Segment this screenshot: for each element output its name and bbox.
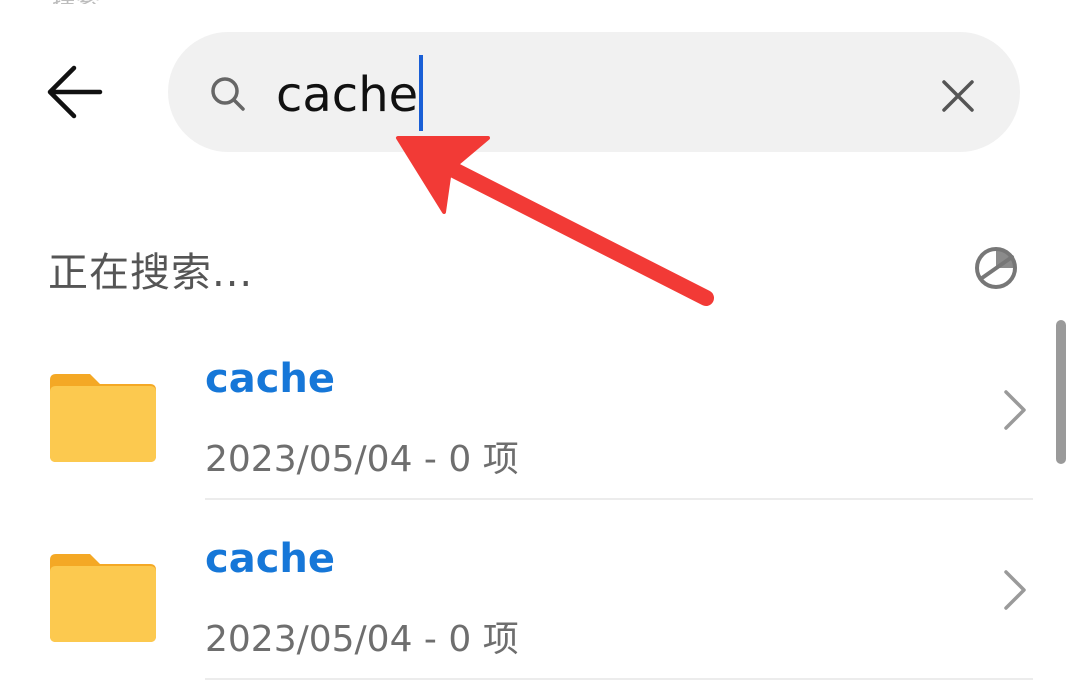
close-icon[interactable]	[934, 72, 982, 120]
back-arrow-icon	[47, 65, 103, 119]
divider	[205, 678, 1033, 680]
scrollbar[interactable]	[1056, 320, 1066, 464]
list-item[interactable]: cache 2023/05/04 - 0 项	[0, 500, 1080, 680]
list-item[interactable]: cache 2023/05/04 - 0 项	[0, 320, 1080, 500]
item-meta: 2023/05/04 - 0 项	[205, 619, 519, 660]
item-name: cache	[205, 536, 336, 582]
back-button[interactable]	[40, 58, 108, 126]
chevron-right-icon	[1004, 570, 1026, 610]
search-icon	[211, 77, 245, 111]
chevron-right-icon	[1004, 390, 1026, 430]
folder-icon	[50, 554, 156, 642]
loading-spinner-icon	[975, 247, 1017, 289]
clipped-header-text: 搜索	[52, 0, 132, 4]
search-input[interactable]: cache	[276, 55, 876, 131]
searching-status: 正在搜索...	[48, 250, 254, 296]
search-bar[interactable]: cache	[168, 32, 1020, 152]
item-name: cache	[205, 356, 336, 402]
item-meta: 2023/05/04 - 0 项	[205, 439, 519, 480]
folder-icon	[50, 374, 156, 462]
search-input-value: cache	[276, 67, 419, 123]
text-caret	[419, 55, 424, 131]
